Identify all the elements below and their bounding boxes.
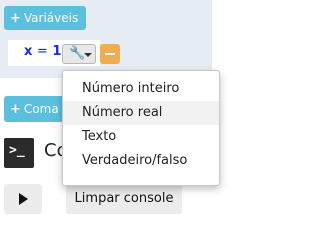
add-command-label: Coma [23, 102, 59, 116]
dropdown-item-numero-inteiro[interactable]: Número inteiro [63, 77, 219, 101]
wrench-icon: 🔧 [69, 46, 86, 61]
plus-icon: + [10, 11, 21, 26]
run-button[interactable] [4, 184, 42, 214]
chevron-down-icon [84, 53, 92, 57]
type-dropdown-menu: Número inteiro Número real Texto Verdade… [62, 70, 220, 186]
variable-type-button[interactable]: 🔧 [62, 44, 96, 64]
play-icon [19, 193, 28, 205]
variable-name[interactable]: x [24, 44, 32, 59]
variable-equals: = [36, 44, 48, 59]
variable-value[interactable]: 1 [52, 44, 61, 59]
variable-expression[interactable]: x = 1 [24, 44, 61, 59]
minus-icon [105, 53, 115, 55]
plus-icon: + [10, 102, 21, 117]
clear-console-button[interactable]: Limpar console [66, 184, 182, 214]
dropdown-item-numero-real[interactable]: Número real [63, 101, 219, 125]
dropdown-item-texto[interactable]: Texto [63, 125, 219, 149]
remove-variable-button[interactable] [100, 44, 120, 64]
add-variable-button[interactable]: + Variáveis [4, 6, 87, 30]
add-variable-label: Variáveis [23, 11, 79, 25]
terminal-icon: >_ [4, 138, 34, 168]
dropdown-item-verdadeiro-falso[interactable]: Verdadeiro/falso [63, 149, 219, 173]
